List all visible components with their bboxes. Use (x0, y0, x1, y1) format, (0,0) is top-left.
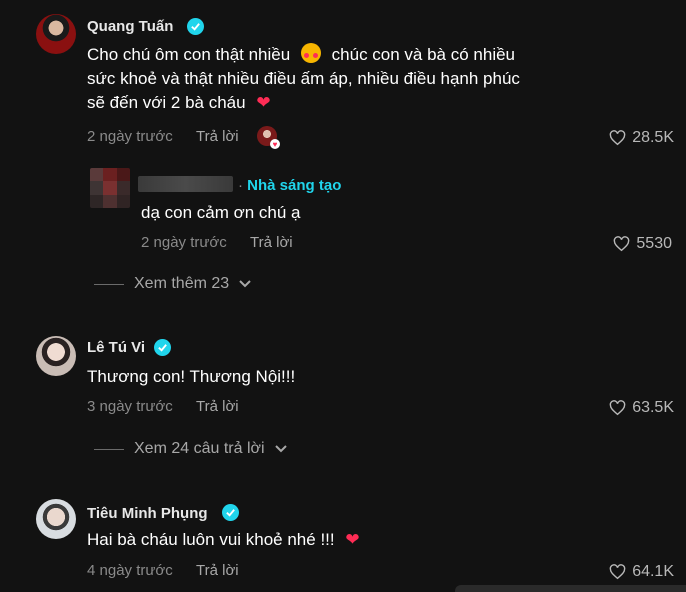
verified-icon (222, 504, 239, 521)
red-heart-emoji-icon: ❤ (256, 93, 271, 112)
comment-text-line: sẽ đến với 2 bà cháu (87, 93, 246, 112)
heart-outline-icon (609, 400, 626, 416)
smiling-face-hearts-emoji-icon (300, 43, 321, 63)
heart-outline-icon (609, 564, 626, 580)
view-more-label: Xem thêm 23 (134, 275, 230, 292)
reply-button[interactable]: Trả lời (196, 398, 239, 415)
chevron-down-icon (239, 280, 251, 288)
author-name[interactable]: Tiêu Minh Phụng (87, 505, 208, 522)
chevron-down-icon (274, 445, 287, 453)
view-replies-button[interactable]: Xem 24 câu trả lời (94, 440, 287, 458)
comment-text-line: Hai bà cháu luôn vui khoẻ nhé !!! (87, 530, 335, 549)
comment-time: 3 ngày trước (87, 398, 173, 415)
avatar-quang-tuan[interactable] (36, 14, 76, 54)
view-replies-label: Xem 24 câu trả lời (134, 440, 265, 457)
creator-liked-avatar-icon: ♥ (257, 126, 280, 149)
reply-text: dạ con cảm ơn chú ạ (141, 203, 301, 222)
divider-line (94, 448, 124, 450)
reply-button[interactable]: Trả lời (196, 128, 239, 145)
view-more-replies-button[interactable]: Xem thêm 23 (94, 275, 251, 293)
heart-outline-icon (614, 236, 630, 252)
creator-badge: Nhà sáng tạo (247, 177, 342, 194)
comment-text-line: sức khoẻ và thật nhiều điều ấm áp, nhiều… (87, 69, 520, 88)
divider-line (94, 283, 124, 285)
avatar-tieu-minh-phung[interactable] (36, 499, 76, 539)
like-count: 28.5K (632, 129, 674, 146)
heart-outline-icon (609, 130, 626, 146)
like-count: 5530 (636, 235, 672, 252)
bottom-overlay-panel (455, 585, 686, 592)
like-button[interactable]: 64.1K (609, 563, 674, 581)
red-heart-emoji-icon: ❤ (345, 530, 360, 549)
like-button[interactable]: 63.5K (609, 399, 674, 417)
comment-text: Cho chú ôm con thật nhiều chúc con và bà… (87, 43, 657, 115)
reply-button[interactable]: Trả lời (196, 562, 239, 579)
author-name[interactable]: Quang Tuấn (87, 18, 173, 35)
comment-time: 2 ngày trước (87, 128, 173, 145)
reply-author-badge: · Nhà sáng tạo (238, 177, 342, 194)
verified-icon (187, 18, 204, 35)
avatar-le-tu-vi[interactable] (36, 336, 76, 376)
verified-icon (154, 339, 171, 356)
reply-avatar[interactable] (90, 168, 130, 208)
reply-like-button[interactable]: 5530 (613, 235, 672, 253)
comment-text-line: chúc con và bà có nhiều (331, 45, 516, 64)
like-count: 64.1K (632, 563, 674, 580)
reply-time: 2 ngày trước (141, 234, 227, 251)
reply-reply-button[interactable]: Trả lời (250, 234, 293, 251)
like-button[interactable]: 28.5K (609, 129, 674, 147)
author-name[interactable]: Lê Tú Vi (87, 339, 145, 356)
comment-text: Thương con! Thương Nội!!! (87, 367, 296, 386)
like-count: 63.5K (632, 399, 674, 416)
reply-author-name-blurred[interactable] (138, 176, 233, 192)
comment-text: Hai bà cháu luôn vui khoẻ nhé !!! ❤ (87, 528, 360, 552)
comment-time: 4 ngày trước (87, 562, 173, 579)
comment-text-line: Cho chú ôm con thật nhiều (87, 45, 291, 64)
